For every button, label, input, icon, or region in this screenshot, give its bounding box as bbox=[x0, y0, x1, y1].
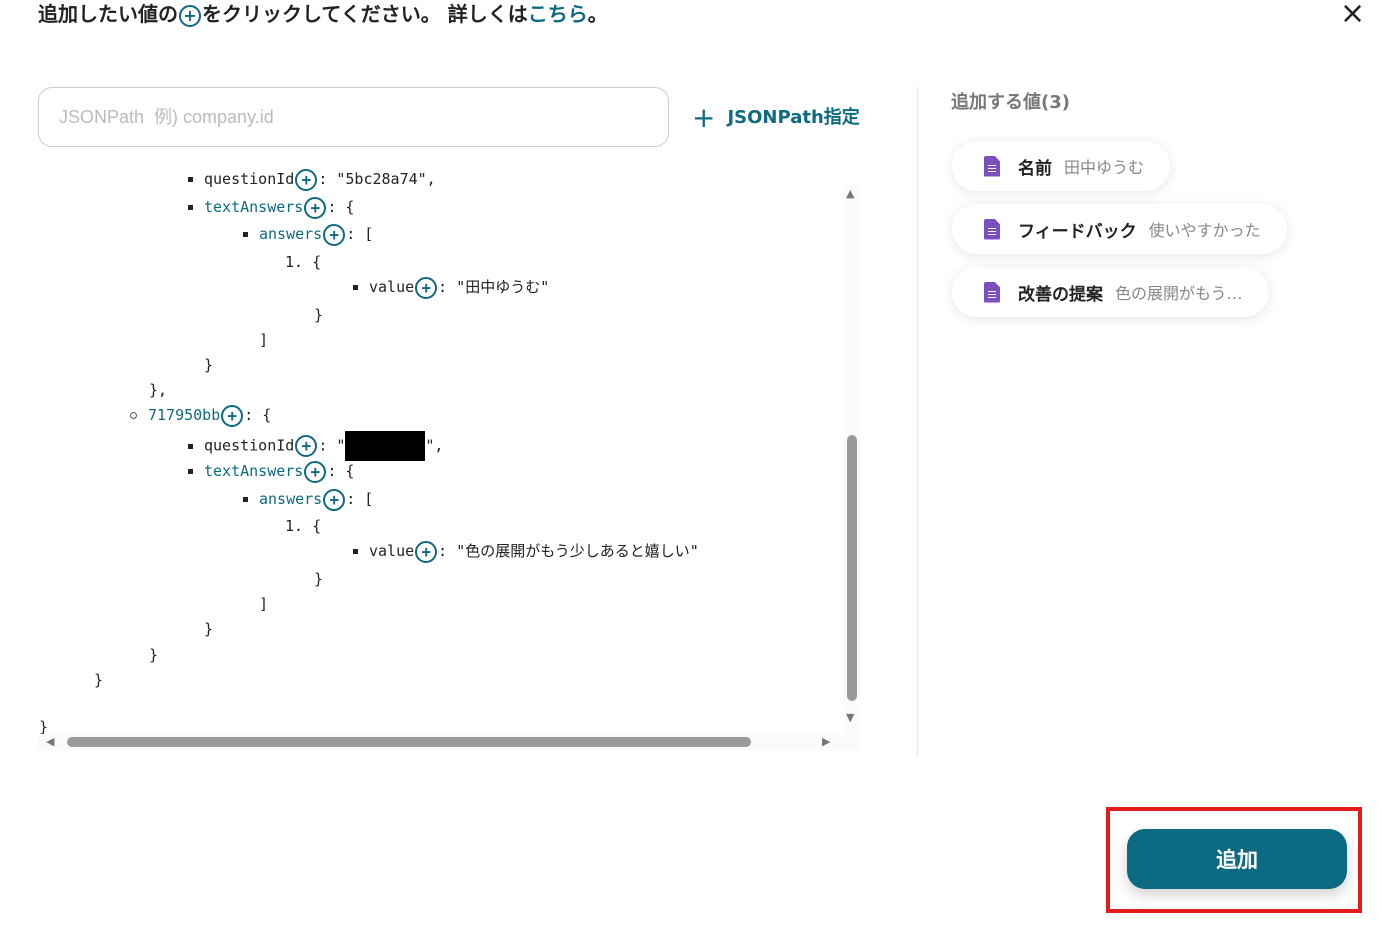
tree-line: textAnswers +: { bbox=[188, 195, 355, 219]
instruction-part: 追加したい値の bbox=[38, 2, 178, 26]
tree-key: value bbox=[369, 542, 415, 560]
instruction-part: をクリックしてください。 詳しくは bbox=[202, 2, 528, 26]
instruction-part: 。 bbox=[587, 2, 608, 26]
instruction-text: 追加したい値の + をクリックしてください。 詳しくはこちら。 bbox=[38, 0, 608, 28]
jsonpath-input[interactable] bbox=[38, 87, 669, 147]
google-forms-icon bbox=[984, 218, 1000, 240]
tree-key: textAnswers bbox=[204, 198, 304, 216]
tree-line: } bbox=[94, 671, 104, 689]
tree-key: textAnswers bbox=[204, 462, 304, 480]
tree-line: value +: "田中ゆうむ" bbox=[353, 275, 550, 299]
tree-key: answers bbox=[259, 225, 323, 243]
selected-value-chip[interactable]: 名前 田中ゆうむ bbox=[952, 141, 1171, 191]
plus-circle-icon[interactable]: + bbox=[221, 404, 244, 427]
plus-circle-icon: + bbox=[179, 4, 201, 27]
chip-value: 田中ゆうむ bbox=[1064, 158, 1145, 177]
tree-line: answers +: [ bbox=[243, 222, 374, 246]
jsonpath-specify-button[interactable]: + JSONPath指定 bbox=[692, 101, 860, 134]
tree-line: 1. { bbox=[285, 517, 322, 535]
scroll-up-arrow-icon[interactable]: ▲ bbox=[846, 187, 854, 200]
tree-value: : "5bc28a74", bbox=[318, 170, 436, 188]
tree-line: value +: "色の展開がもう少しあると嬉しい" bbox=[353, 539, 699, 563]
tree-value: : "田中ゆうむ" bbox=[438, 278, 550, 296]
tree-line: questionId +: " ", bbox=[188, 431, 444, 461]
tree-value: : [ bbox=[346, 225, 374, 243]
vertical-scroll-thumb[interactable] bbox=[847, 435, 857, 701]
tree-value: : [ bbox=[346, 490, 374, 508]
plus-circle-icon[interactable]: + bbox=[304, 460, 327, 483]
add-button[interactable]: 追加 bbox=[1127, 829, 1347, 889]
chip-value: 使いやすかった bbox=[1148, 221, 1261, 240]
plus-circle-icon[interactable]: + bbox=[415, 540, 438, 563]
tree-line: }, bbox=[149, 381, 168, 399]
plus-icon: + bbox=[692, 101, 716, 134]
chip-value: 色の展開がもう… bbox=[1115, 284, 1243, 303]
close-icon[interactable]: × bbox=[1340, 0, 1365, 31]
tree-key: value bbox=[369, 278, 415, 296]
plus-circle-icon[interactable]: + bbox=[295, 168, 318, 191]
tree-line: } bbox=[39, 718, 49, 735]
tree-value: : { bbox=[327, 462, 355, 480]
tree-line: } bbox=[204, 620, 214, 638]
plus-circle-icon[interactable]: + bbox=[295, 435, 318, 457]
chip-label: 名前 bbox=[1018, 158, 1052, 179]
tree-value: : "色の展開がもう少しあると嬉しい" bbox=[438, 542, 699, 560]
plus-circle-icon[interactable]: + bbox=[304, 196, 327, 219]
tree-line: } bbox=[314, 306, 324, 324]
help-link[interactable]: こちら bbox=[528, 2, 588, 26]
tree-line: } bbox=[204, 356, 214, 374]
json-tree: questionId +: "5bc28a74", textAnswers +: {… bbox=[38, 150, 846, 735]
tree-value: ", bbox=[425, 436, 444, 455]
google-forms-icon bbox=[984, 281, 1000, 303]
selected-value-chip[interactable]: フィードバック 使いやすかった bbox=[952, 204, 1287, 254]
google-forms-icon bbox=[984, 155, 1000, 177]
vertical-scrollbar[interactable]: ▲ ▼ bbox=[844, 185, 860, 750]
horizontal-scroll-thumb[interactable] bbox=[67, 737, 751, 747]
plus-circle-icon[interactable]: + bbox=[323, 223, 346, 246]
tree-line: answers +: [ bbox=[243, 487, 374, 511]
tree-line: textAnswers +: { bbox=[188, 459, 355, 483]
tree-value: : { bbox=[327, 198, 355, 216]
tree-key: questionId bbox=[204, 436, 295, 455]
tree-line: 1. { bbox=[285, 253, 322, 271]
horizontal-scrollbar[interactable]: ◀ ▶ bbox=[38, 734, 860, 750]
tree-line: } bbox=[149, 646, 159, 664]
tree-line: 717950bb +: { bbox=[130, 403, 272, 427]
selected-value-chip[interactable]: 改善の提案 色の展開がもう… bbox=[952, 267, 1269, 317]
chip-label: フィードバック bbox=[1018, 221, 1137, 242]
tree-key: questionId bbox=[204, 170, 295, 188]
tree-line: ] bbox=[259, 331, 269, 349]
plus-circle-icon[interactable]: + bbox=[323, 488, 346, 511]
tree-key: answers bbox=[259, 490, 323, 508]
tree-line: questionId +: "5bc28a74", bbox=[188, 167, 436, 191]
tree-line: } bbox=[314, 570, 324, 588]
redacted-value bbox=[345, 431, 426, 461]
plus-circle-icon[interactable]: + bbox=[415, 276, 438, 299]
scroll-left-arrow-icon[interactable]: ◀ bbox=[46, 735, 54, 748]
scroll-down-arrow-icon[interactable]: ▼ bbox=[846, 711, 854, 724]
tree-value: : { bbox=[244, 406, 272, 424]
selected-values-title: 追加する値(3) bbox=[951, 92, 1070, 113]
tree-value: : " bbox=[318, 436, 346, 455]
jsonpath-specify-label: JSONPath指定 bbox=[727, 107, 860, 128]
tree-line: ] bbox=[259, 595, 269, 613]
tree-key: 717950bb bbox=[148, 406, 221, 424]
scroll-right-arrow-icon[interactable]: ▶ bbox=[822, 735, 830, 748]
panel-divider bbox=[917, 87, 918, 755]
chip-label: 改善の提案 bbox=[1018, 284, 1103, 305]
